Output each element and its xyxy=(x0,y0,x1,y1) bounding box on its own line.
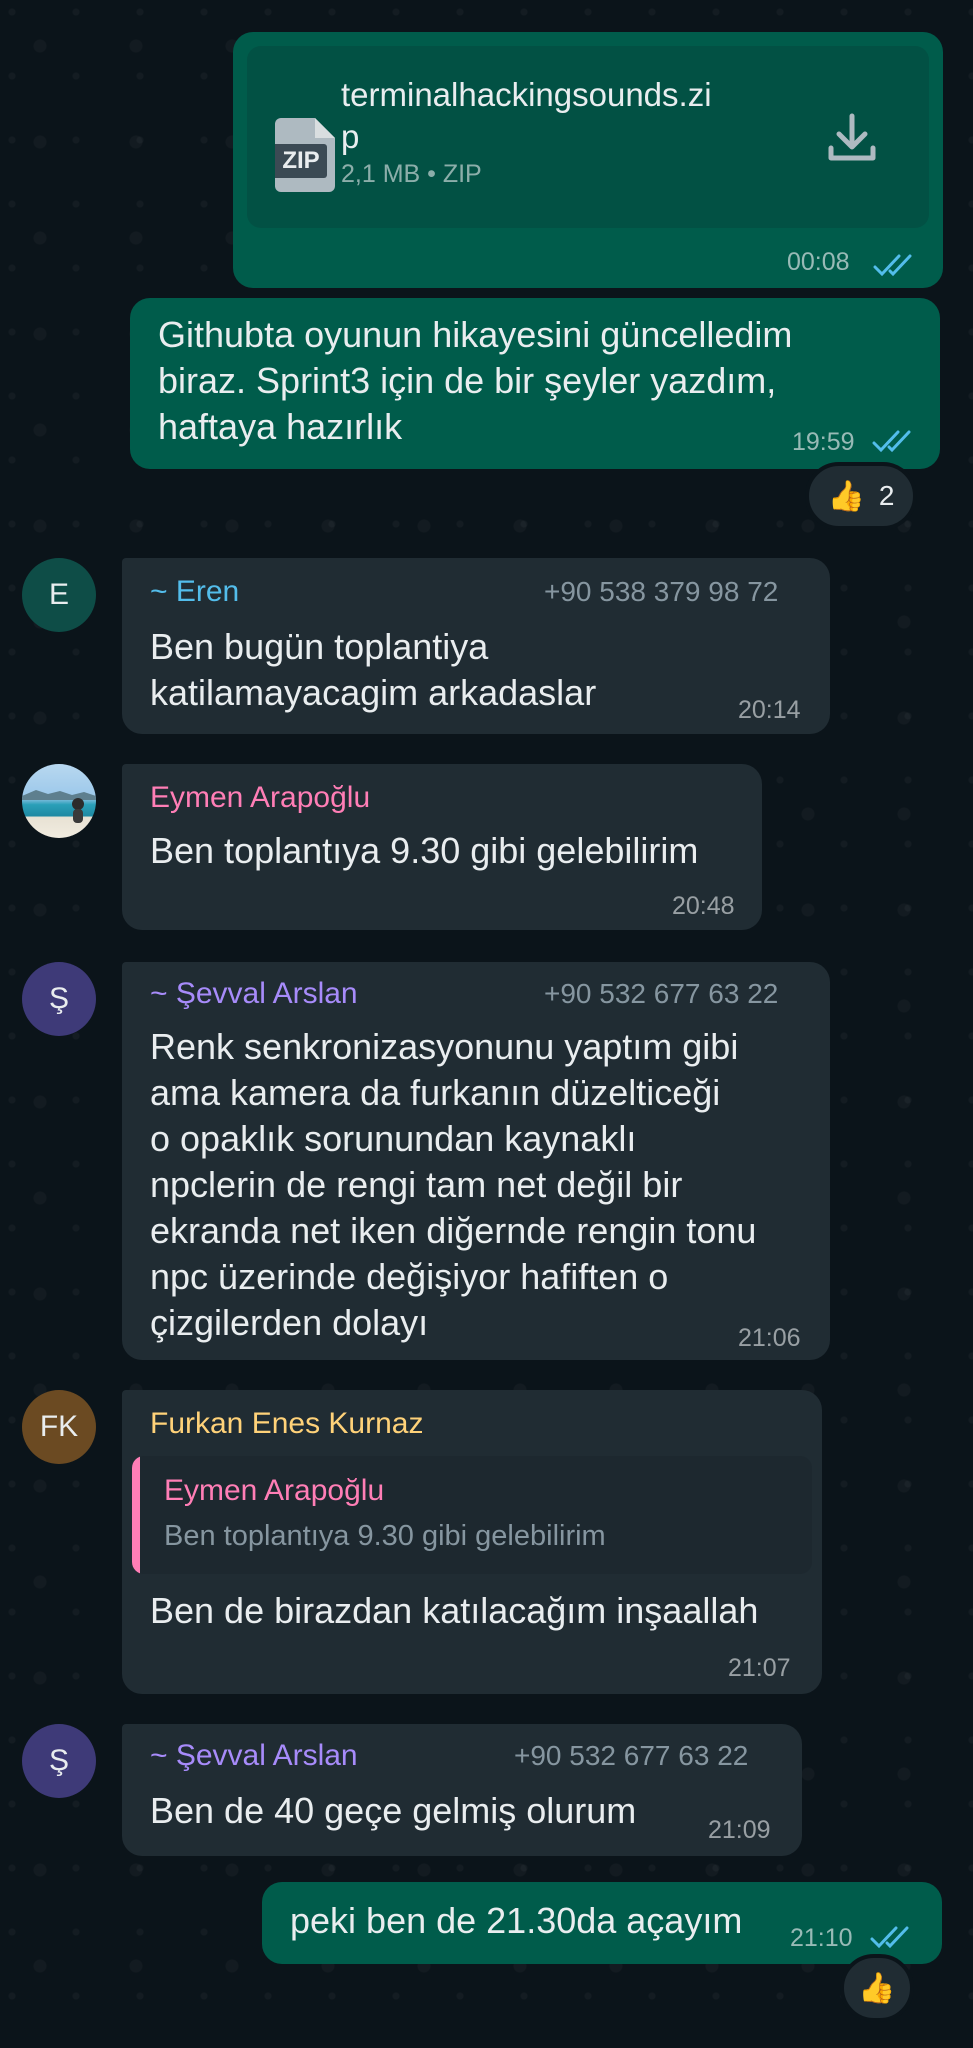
avatar-initial: FK xyxy=(39,1410,79,1443)
sender-phone: +90 532 677 63 22 xyxy=(544,978,779,1009)
read-ticks-icon xyxy=(873,254,912,277)
message-text: Ben de birazdan katılacağım inşaallah xyxy=(150,1590,759,1631)
avatar-initial: Ş xyxy=(48,982,69,1015)
read-ticks-icon xyxy=(872,430,911,453)
message-time: 21:10 xyxy=(790,1924,853,1952)
thumbs-up-emoji: 👍 xyxy=(858,1971,896,2005)
incoming-message-bubble[interactable]: Furkan Enes Kurnaz Eymen Arapoğlu Ben to… xyxy=(122,1390,822,1694)
incoming-message-bubble[interactable]: Eymen Arapoğlu Ben toplantıya 9.30 gibi … xyxy=(122,764,762,930)
message-text: Ben de 40 geçe gelmiş olurum xyxy=(150,1790,637,1831)
quote-text: Ben toplantıya 9.30 gibi gelebilirim xyxy=(164,1520,606,1552)
message-time: 20:14 xyxy=(738,696,801,724)
quote-sender-name: Eymen Arapoğlu xyxy=(164,1474,385,1507)
avatar[interactable]: Ş xyxy=(22,1724,96,1798)
read-ticks-icon xyxy=(870,1926,909,1949)
message-time: 21:09 xyxy=(708,1816,771,1844)
avatar[interactable]: FK xyxy=(22,1390,96,1464)
sender-name[interactable]: ~ Şevval Arslan xyxy=(150,1738,358,1774)
avatar-initial: Ş xyxy=(48,1744,69,1777)
message-text: Githubta oyunun hikayesini güncelledim b… xyxy=(158,314,793,447)
message-time: 00:08 xyxy=(787,248,850,276)
message-time: 21:06 xyxy=(738,1324,801,1352)
sender-name[interactable]: ~ Eren xyxy=(150,574,239,610)
sender-name[interactable]: Eymen Arapoğlu xyxy=(150,780,370,816)
sender-name[interactable]: ~ Şevval Arslan xyxy=(150,976,358,1012)
thumbs-up-emoji: 👍 xyxy=(827,479,865,513)
quote-accent-bar xyxy=(132,1456,140,1574)
file-meta: 2,1 MB • ZIP xyxy=(341,160,482,188)
incoming-message-bubble[interactable]: ~ Şevval Arslan +90 532 677 63 22 Renk s… xyxy=(122,962,830,1360)
avatar[interactable]: Ş xyxy=(22,962,96,1036)
message-text: Ben bugün toplantiya katilamayacagim ark… xyxy=(150,626,597,713)
message-text: Ben toplantıya 9.30 gibi gelebilirim xyxy=(150,830,699,871)
message-text: Renk senkronizasyonunu yaptım gibi ama k… xyxy=(150,1026,757,1343)
reaction-count: 2 xyxy=(878,480,895,511)
sender-phone: +90 532 677 63 22 xyxy=(514,1740,749,1771)
avatar[interactable]: E xyxy=(22,558,96,632)
message-time: 20:48 xyxy=(672,892,735,920)
message-time: 21:07 xyxy=(728,1654,791,1682)
sender-name[interactable]: Furkan Enes Kurnaz xyxy=(150,1406,423,1442)
sender-phone: +90 538 379 98 72 xyxy=(544,576,779,607)
quoted-message[interactable]: Eymen Arapoğlu Ben toplantıya 9.30 gibi … xyxy=(132,1456,812,1574)
reaction-badge[interactable]: 👍 xyxy=(840,1954,914,2022)
file-attachment-card[interactable]: ZIP terminalhackingsounds.zi p 2,1 MB • … xyxy=(247,46,929,228)
incoming-message-bubble[interactable]: ~ Şevval Arslan +90 532 677 63 22 Ben de… xyxy=(122,1724,802,1856)
avatar-photo[interactable] xyxy=(22,764,96,838)
outgoing-message-bubble[interactable]: peki ben de 21.30da açayım 21:10 xyxy=(262,1882,942,1964)
message-text: peki ben de 21.30da açayım xyxy=(290,1900,743,1941)
message-time: 19:59 xyxy=(792,428,855,456)
reaction-badge[interactable]: 👍 2 xyxy=(805,462,917,530)
zip-file-icon: ZIP xyxy=(271,118,335,192)
incoming-message-bubble[interactable]: ~ Eren +90 538 379 98 72 Ben bugün topla… xyxy=(122,558,830,734)
download-icon[interactable] xyxy=(827,112,877,164)
zip-icon-label: ZIP xyxy=(282,147,320,174)
outgoing-message-bubble[interactable]: Githubta oyunun hikayesini güncelledim b… xyxy=(130,298,940,469)
file-name: terminalhackingsounds.zi p xyxy=(341,76,712,155)
file-message-bubble[interactable]: ZIP terminalhackingsounds.zi p 2,1 MB • … xyxy=(233,32,943,288)
avatar-initial: E xyxy=(48,578,69,611)
chat-background: ZIP terminalhackingsounds.zi p 2,1 MB • … xyxy=(0,0,973,2048)
